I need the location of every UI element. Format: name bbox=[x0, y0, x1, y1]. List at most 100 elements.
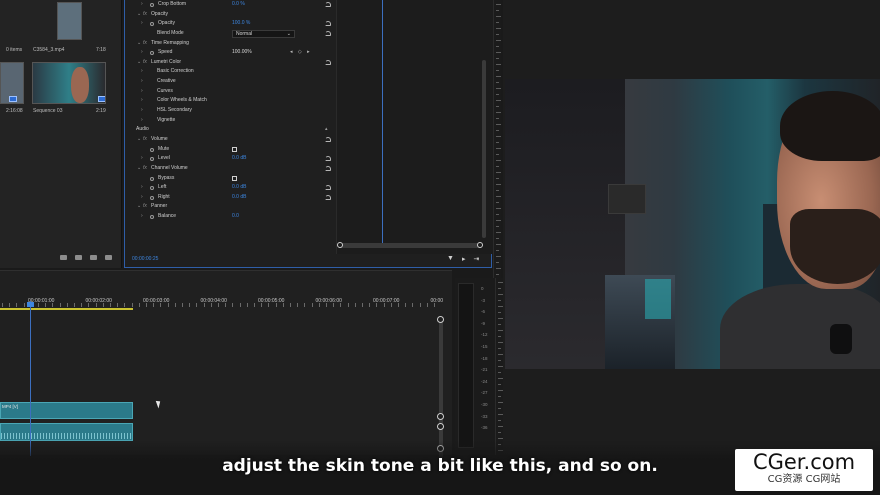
effect-value[interactable]: 0.0 % bbox=[232, 0, 245, 10]
twirl-arrow-icon[interactable]: › bbox=[141, 154, 143, 164]
effect-row[interactable]: › Vignette bbox=[125, 116, 335, 126]
twirl-arrow-icon[interactable]: ⌄ bbox=[137, 58, 141, 68]
timeline-playhead[interactable] bbox=[30, 301, 31, 456]
effect-row[interactable]: ⌄ fx Panner bbox=[125, 202, 335, 212]
effect-controls-timeline[interactable] bbox=[336, 0, 493, 254]
effect-row[interactable]: › Left 0.0 dB bbox=[125, 183, 335, 193]
stopwatch-icon[interactable] bbox=[150, 176, 154, 181]
effect-row[interactable]: › Opacity 100.0 % bbox=[125, 19, 335, 29]
fx-toggle-icon[interactable]: fx bbox=[143, 135, 147, 145]
stopwatch-icon[interactable] bbox=[150, 157, 154, 162]
video-clip[interactable]: MP4 [V] bbox=[0, 402, 133, 419]
effect-row[interactable]: › HSL Secondary bbox=[125, 106, 335, 116]
playhead-marker[interactable] bbox=[27, 302, 34, 307]
effect-controls-timecode[interactable]: 00:00:00:25 bbox=[132, 256, 158, 262]
effect-row[interactable]: Bypass bbox=[125, 174, 335, 184]
reset-parameter-icon[interactable] bbox=[325, 194, 331, 200]
effect-value[interactable]: 100.00% bbox=[232, 48, 252, 58]
clip-thumbnail[interactable] bbox=[0, 62, 24, 104]
effect-value[interactable]: 100.0 % bbox=[232, 19, 250, 29]
twirl-arrow-icon[interactable]: ⌄ bbox=[137, 39, 141, 49]
twirl-arrow-icon[interactable]: › bbox=[141, 106, 143, 116]
stopwatch-icon[interactable] bbox=[150, 186, 154, 191]
effect-row[interactable]: › Right 0.0 dB bbox=[125, 193, 335, 203]
stopwatch-icon[interactable] bbox=[150, 195, 154, 200]
effect-row[interactable]: ⌄ fx Volume bbox=[125, 135, 335, 145]
twirl-arrow-icon[interactable]: › bbox=[141, 193, 143, 203]
keyframe-navigator[interactable]: ◂ ◇ ▸ bbox=[290, 48, 312, 58]
new-item-icon[interactable] bbox=[90, 255, 97, 260]
reset-parameter-icon[interactable] bbox=[325, 30, 331, 36]
effect-row[interactable]: Blend Mode Normal ⌄ bbox=[125, 29, 335, 39]
twirl-arrow-icon[interactable]: ⌄ bbox=[137, 135, 141, 145]
effect-row[interactable]: Mute bbox=[125, 145, 335, 155]
clip-thumbnail[interactable] bbox=[57, 2, 82, 40]
sequence-thumbnail[interactable] bbox=[32, 62, 106, 104]
audio-clip[interactable] bbox=[0, 423, 133, 441]
twirl-arrow-icon[interactable]: › bbox=[141, 77, 143, 87]
stopwatch-icon[interactable] bbox=[150, 22, 154, 27]
effect-row[interactable]: › Creative bbox=[125, 77, 335, 87]
effect-controls-scrollbar[interactable] bbox=[482, 60, 486, 238]
twirl-arrow-icon[interactable]: › bbox=[141, 183, 143, 193]
fx-toggle-icon[interactable]: fx bbox=[143, 164, 147, 174]
effect-row[interactable]: › Color Wheels & Match bbox=[125, 96, 335, 106]
checkbox[interactable] bbox=[232, 146, 237, 152]
twirl-arrow-icon[interactable]: ⌄ bbox=[137, 10, 141, 20]
effect-value[interactable]: 0.0 dB bbox=[232, 154, 246, 164]
blend-mode-dropdown[interactable]: Normal ⌄ bbox=[232, 29, 295, 38]
twirl-arrow-icon[interactable]: › bbox=[141, 48, 143, 58]
twirl-arrow-icon[interactable]: ⌄ bbox=[137, 202, 141, 212]
effect-row[interactable]: › Crop Bottom 0.0 % bbox=[125, 0, 335, 10]
effect-row[interactable]: › Balance 0.0 bbox=[125, 212, 335, 222]
twirl-arrow-icon[interactable]: › bbox=[141, 0, 143, 10]
twirl-arrow-icon[interactable]: › bbox=[141, 19, 143, 29]
effect-row[interactable]: › Curves bbox=[125, 87, 335, 97]
effect-row[interactable]: ⌄ fx Lumetri Color bbox=[125, 58, 335, 68]
twirl-arrow-icon[interactable]: › bbox=[141, 116, 143, 126]
reset-parameter-icon[interactable] bbox=[325, 2, 331, 7]
twirl-arrow-icon[interactable]: › bbox=[141, 67, 143, 77]
twirl-arrow-icon[interactable]: › bbox=[141, 96, 143, 106]
fx-toggle-icon[interactable]: fx bbox=[143, 58, 147, 68]
new-bin-icon[interactable] bbox=[75, 255, 82, 260]
program-video-frame[interactable] bbox=[505, 79, 880, 369]
effect-controls-playhead[interactable] bbox=[382, 0, 383, 244]
effect-row[interactable]: › Level 0.0 dB bbox=[125, 154, 335, 164]
export-icon[interactable]: ⇥ bbox=[473, 255, 479, 263]
timeline-ruler[interactable]: 00:00:01:00 00:00:02:00 00:00:03:00 00:00:0… bbox=[0, 293, 443, 307]
reset-parameter-icon[interactable] bbox=[325, 165, 331, 171]
scroll-handle-bottom[interactable] bbox=[437, 413, 444, 420]
zoom-handle-right[interactable] bbox=[477, 242, 483, 248]
stopwatch-icon[interactable] bbox=[150, 51, 154, 56]
effect-row[interactable]: Audio ▴ bbox=[125, 125, 335, 135]
checkbox[interactable] bbox=[232, 175, 237, 181]
effect-controls-zoom-bar[interactable] bbox=[337, 242, 483, 248]
effect-row[interactable]: › Basic Correction bbox=[125, 67, 335, 77]
effect-row[interactable]: ⌄ fx Opacity bbox=[125, 10, 335, 20]
play-audio-icon[interactable]: ▸ bbox=[462, 255, 466, 263]
twirl-arrow-icon[interactable]: › bbox=[141, 87, 143, 97]
scroll-handle-audio-top[interactable] bbox=[437, 423, 444, 430]
fx-toggle-icon[interactable]: fx bbox=[143, 10, 147, 20]
fx-toggle-icon[interactable]: fx bbox=[143, 202, 147, 212]
filter-icon[interactable]: ▼ bbox=[447, 255, 454, 263]
reset-parameter-icon[interactable] bbox=[325, 59, 331, 65]
effect-value[interactable]: 0.0 dB bbox=[232, 193, 246, 203]
list-view-icon[interactable] bbox=[60, 255, 67, 260]
reset-parameter-icon[interactable] bbox=[325, 21, 331, 27]
work-area-bar[interactable] bbox=[0, 308, 133, 310]
trash-icon[interactable] bbox=[105, 255, 112, 260]
collapse-icon[interactable]: ▴ bbox=[325, 125, 328, 135]
effect-value[interactable]: 0.0 bbox=[232, 212, 239, 222]
reset-parameter-icon[interactable] bbox=[325, 156, 331, 162]
effect-row[interactable]: ⌄ fx Channel Volume bbox=[125, 164, 335, 174]
stopwatch-icon[interactable] bbox=[150, 147, 154, 152]
twirl-arrow-icon[interactable]: ⌄ bbox=[137, 164, 141, 174]
scroll-handle-top[interactable] bbox=[437, 316, 444, 323]
effect-row[interactable]: ⌄ fx Time Remapping bbox=[125, 39, 335, 49]
reset-parameter-icon[interactable] bbox=[325, 136, 331, 142]
zoom-handle-left[interactable] bbox=[337, 242, 343, 248]
effect-row[interactable]: › Speed 100.00% ◂ ◇ ▸ bbox=[125, 48, 335, 58]
reset-parameter-icon[interactable] bbox=[325, 185, 331, 191]
